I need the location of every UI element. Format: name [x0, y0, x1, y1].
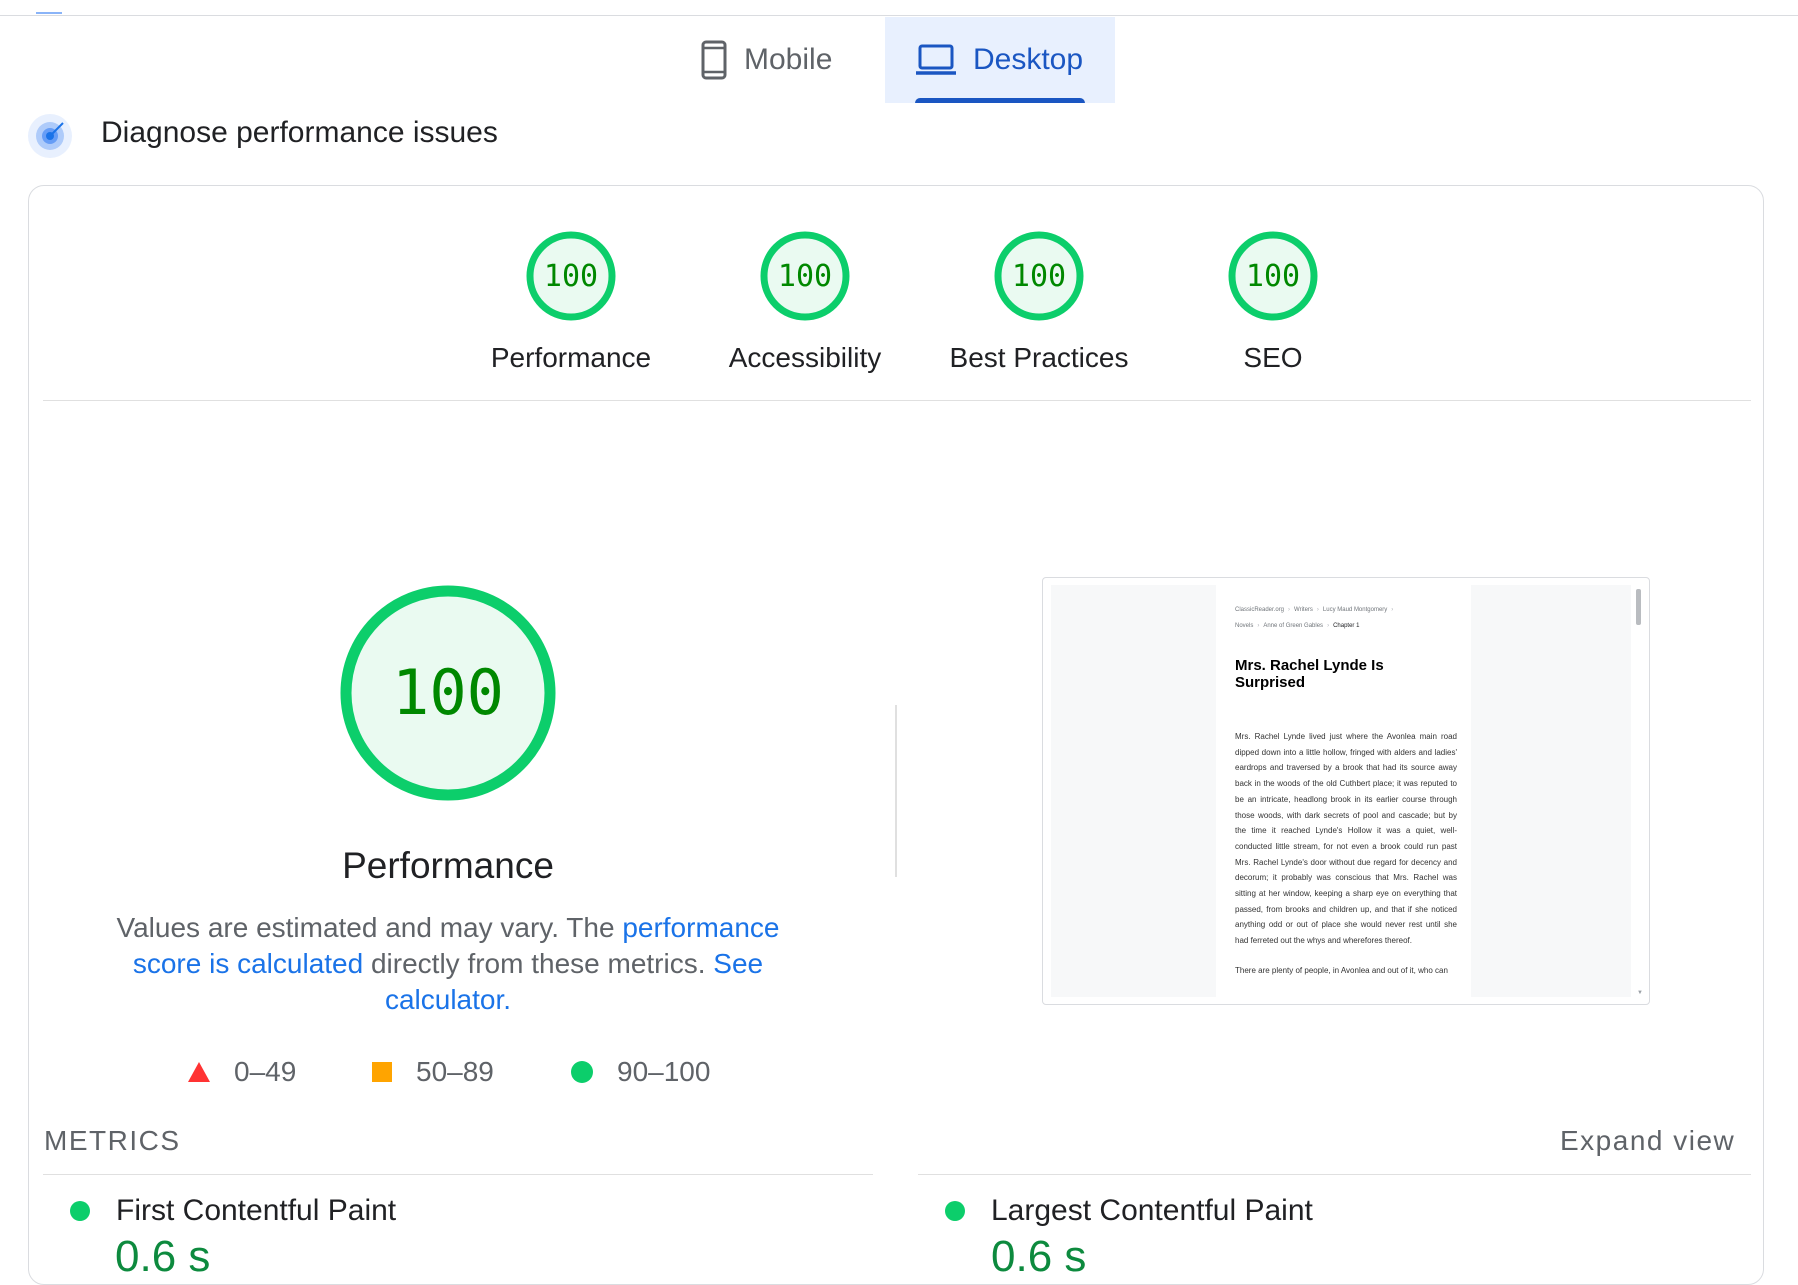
gauge-label: Accessibility: [728, 342, 882, 373]
screenshot-paragraph-2: There are plenty of people, in Avonlea a…: [1235, 965, 1448, 975]
scroll-down-arrow-icon: ▼: [1637, 990, 1643, 996]
screenshot-breadcrumb: ClassicReader.org › Writers › Lucy Maud Mont…: [1235, 607, 1394, 629]
gauge-score: 100: [778, 259, 832, 294]
diagnose-title: Diagnose performance issues: [101, 116, 498, 149]
performance-score: 100: [392, 656, 504, 729]
screenshot-content: ClassicReader.org › Writers › Lucy Maud Mont…: [1235, 602, 1457, 979]
gauge-label: Performance: [490, 342, 652, 373]
legend-range: 0–49: [234, 1056, 297, 1087]
metrics-title: METRICS: [44, 1125, 181, 1156]
tab-desktop-label: Desktop: [973, 43, 1084, 76]
crumb: Anne of Green Gables: [1263, 623, 1324, 629]
pass-dot-icon: [70, 1201, 90, 1221]
metrics-divider: [43, 1174, 873, 1175]
laptop-icon: [915, 44, 957, 76]
gauge-ring: 100: [994, 231, 1084, 321]
legend-fail: 0–49: [188, 1052, 296, 1092]
metric-value: 0.6 s: [115, 1232, 211, 1281]
page-screenshot[interactable]: ClassicReader.org › Writers › Lucy Maud Mont…: [1042, 577, 1650, 1005]
divider: [43, 400, 1751, 401]
desc-text: Values are estimated and may vary. The: [116, 912, 623, 943]
legend-average: 50–89: [372, 1052, 494, 1092]
gauge-score: 100: [1012, 259, 1066, 294]
crumb: Chapter 1: [1333, 623, 1360, 629]
gauge-score: 100: [544, 259, 598, 294]
radar-icon: [27, 113, 73, 159]
crumb: Lucy Maud Montgomery: [1322, 607, 1388, 613]
metric-value: 0.6 s: [991, 1232, 1087, 1281]
screenshot-heading: Mrs. Rachel Lynde Is Surprised: [1235, 657, 1384, 691]
top-divider: [0, 15, 1798, 16]
expand-view-button[interactable]: Expand view: [1560, 1125, 1735, 1157]
performance-description: Values are estimated and may vary. The p…: [96, 910, 800, 1018]
gauge-best-practices[interactable]: 100 Best Practices: [939, 230, 1139, 374]
screenshot-paragraph: Mrs. Rachel Lynde lived just where the A…: [1235, 732, 1457, 946]
legend-range: 50–89: [416, 1056, 494, 1087]
circle-icon: [571, 1061, 593, 1083]
tab-desktop[interactable]: Desktop: [885, 17, 1115, 103]
crumb: Novels: [1235, 623, 1254, 629]
performance-gauge-large: 100: [337, 582, 559, 809]
metrics-divider: [918, 1174, 1751, 1175]
performance-title: Performance: [342, 845, 554, 886]
smartphone-icon: [700, 40, 728, 80]
pass-dot-icon: [945, 1201, 965, 1221]
legend-pass: 90–100: [571, 1052, 710, 1092]
metric-name: First Contentful Paint: [116, 1194, 397, 1227]
metric-name: Largest Contentful Paint: [991, 1194, 1313, 1227]
gauge-score: 100: [1246, 259, 1300, 294]
tab-mobile-label: Mobile: [744, 43, 833, 76]
square-icon: [372, 1062, 392, 1082]
gauge-label: Best Practices: [949, 342, 1129, 373]
gauge-label: SEO: [1243, 342, 1303, 373]
desc-text: directly from these metrics.: [363, 948, 714, 979]
metric-largest-contentful-paint: Largest Contentful Paint: [945, 1194, 1313, 1228]
triangle-icon: [188, 1062, 210, 1082]
gauge-ring: 100: [760, 231, 850, 321]
gauge-seo[interactable]: 100 SEO: [1173, 230, 1373, 374]
screenshot-scrollbar: [1636, 589, 1641, 625]
crumb: ClassicReader.org: [1235, 607, 1285, 613]
tab-mobile[interactable]: Mobile: [700, 17, 885, 103]
gauge-ring: 100: [526, 231, 616, 321]
screenshot-gutter-right: [1471, 585, 1631, 997]
gauge-accessibility[interactable]: 100 Accessibility: [705, 230, 905, 374]
metric-first-contentful-paint: First Contentful Paint: [70, 1194, 396, 1228]
tab-active-indicator: [915, 98, 1085, 103]
screenshot-gutter-left: [1051, 585, 1216, 997]
gauge-ring: 100: [1228, 231, 1318, 321]
legend-range: 90–100: [617, 1056, 711, 1087]
vertical-separator: [895, 705, 897, 877]
gauge-performance[interactable]: 100 Performance: [471, 230, 671, 374]
crumb: Writers: [1294, 607, 1313, 613]
